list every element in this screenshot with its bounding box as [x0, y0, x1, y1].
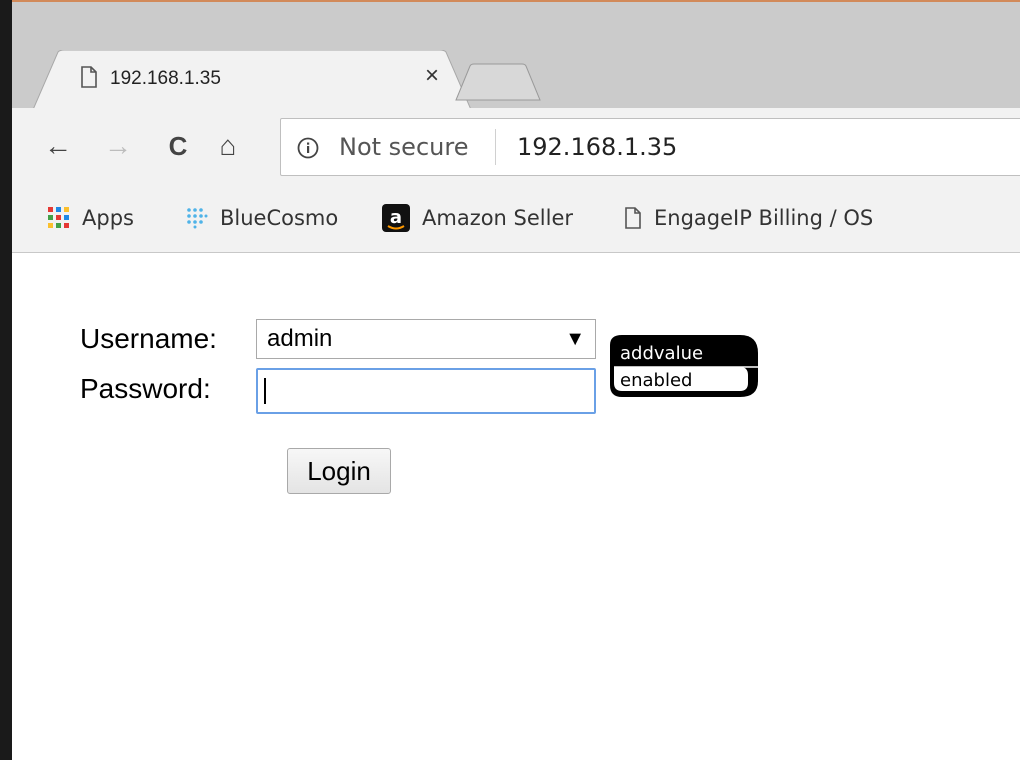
info-icon[interactable] — [297, 137, 319, 159]
apps-grid-icon — [48, 207, 69, 228]
svg-text:a: a — [390, 207, 402, 228]
text-cursor — [264, 378, 266, 404]
bookmark-label: BlueCosmo — [220, 206, 339, 230]
password-field[interactable] — [256, 368, 596, 414]
logo-line2: enabled — [620, 370, 692, 391]
bookmark-label: Amazon Seller — [422, 206, 574, 230]
bookmark-bluecosmo[interactable]: BlueCosmo — [186, 200, 338, 236]
home-button[interactable]: ⌂ — [212, 130, 244, 162]
login-button[interactable]: Login — [287, 448, 391, 494]
new-tab-button[interactable] — [454, 62, 544, 102]
window-left-edge — [0, 0, 12, 760]
page-content: Username: admin ▼ Password: Login addval… — [12, 253, 1020, 760]
dropdown-arrow-icon: ▼ — [565, 328, 585, 350]
url-text[interactable]: 192.168.1.35 — [517, 133, 677, 161]
toolbar: ← → C ⌂ Not secure 192.168.1.35 — [12, 108, 1020, 190]
bookmark-apps[interactable]: Apps — [48, 200, 134, 236]
back-button[interactable]: ← — [42, 130, 74, 162]
logo-line1: addvalue — [620, 343, 703, 364]
forward-button[interactable]: → — [102, 130, 134, 162]
bookmarks-bar: Apps BlueCosmo a Amazon Seller EngageIP … — [12, 190, 1020, 253]
bluecosmo-icon — [187, 208, 208, 229]
browser-chrome: 192.168.1.35 × ← → C ⌂ Not secure 192.16… — [12, 0, 1020, 253]
username-select[interactable]: admin ▼ — [256, 319, 596, 359]
close-tab-icon[interactable]: × — [418, 62, 446, 90]
security-status[interactable]: Not secure — [339, 133, 468, 161]
address-separator — [495, 129, 496, 165]
addvalue-enabled-logo: addvalue enabled — [610, 335, 758, 397]
page-icon — [81, 66, 97, 88]
active-tab[interactable]: 192.168.1.35 × — [32, 50, 472, 112]
bookmark-amazon-seller[interactable]: a Amazon Seller — [382, 200, 573, 236]
tab-title: 192.168.1.35 — [110, 68, 221, 89]
bookmark-label: Apps — [82, 206, 134, 230]
password-label: Password: — [80, 373, 211, 404]
bookmark-engageip[interactable]: EngageIP Billing / OS — [624, 200, 873, 236]
username-value: admin — [267, 325, 333, 352]
amazon-icon: a — [382, 204, 410, 232]
reload-button[interactable]: C — [162, 130, 194, 162]
tab-shape — [32, 50, 472, 112]
username-label: Username: — [80, 323, 217, 354]
tab-strip: 192.168.1.35 × — [12, 0, 1020, 112]
page-icon — [625, 207, 641, 229]
address-bar[interactable]: Not secure 192.168.1.35 — [280, 118, 1020, 176]
bookmarks-overflow-fade — [872, 190, 922, 252]
bookmark-label: EngageIP Billing / OS — [654, 206, 874, 230]
